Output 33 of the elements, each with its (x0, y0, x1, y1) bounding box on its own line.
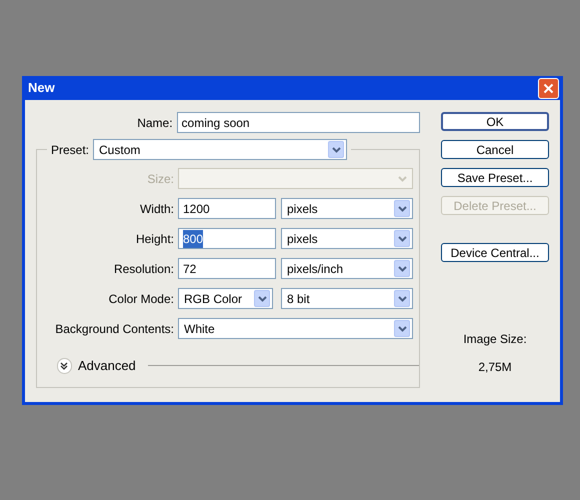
field-label: Resolution: (112, 260, 174, 278)
unit-select[interactable]: pixels (281, 228, 413, 249)
dropdown-field[interactable]: RGB Color (178, 288, 273, 309)
field-label: Height: (134, 230, 174, 248)
field-label: Size: (146, 170, 174, 188)
image-size-value: 2,75M (478, 359, 512, 376)
preset-select[interactable]: Custom (93, 139, 348, 160)
number-field[interactable]: 1200 (178, 198, 276, 219)
dialog-button[interactable]: Device Central... (441, 243, 549, 262)
name-label: Name: (136, 114, 173, 132)
close-icon[interactable] (538, 78, 559, 98)
field-label: Color Mode: (108, 290, 174, 308)
dropdown-field[interactable]: 8 bit (281, 288, 413, 309)
advanced-label: Advanced (78, 357, 136, 375)
name-field[interactable]: coming soon (176, 112, 420, 133)
field-value: 800 (183, 230, 204, 248)
dialog-button[interactable]: Cancel (441, 140, 549, 159)
double-chevron-icon (60, 362, 68, 370)
window-title: New (28, 79, 55, 98)
field-value: 1200 (183, 200, 210, 218)
dropdown-field[interactable]: White (178, 318, 413, 339)
field-label: Background Contents: (54, 320, 174, 338)
field-label: Width: (138, 200, 174, 218)
unit-select[interactable]: pixels (281, 198, 413, 219)
image-size-label: Image Size: (463, 331, 527, 348)
expand-toggle[interactable] (57, 358, 72, 374)
number-field[interactable]: 72 (178, 258, 276, 279)
unit-select[interactable]: pixels/inch (281, 258, 413, 279)
preset-label: Preset: (51, 142, 90, 158)
dialog-button[interactable]: OK (441, 112, 549, 131)
field-value: 72 (183, 260, 196, 278)
number-field[interactable]: 800 (178, 228, 276, 249)
dialog-button[interactable]: Save Preset... (441, 168, 549, 187)
